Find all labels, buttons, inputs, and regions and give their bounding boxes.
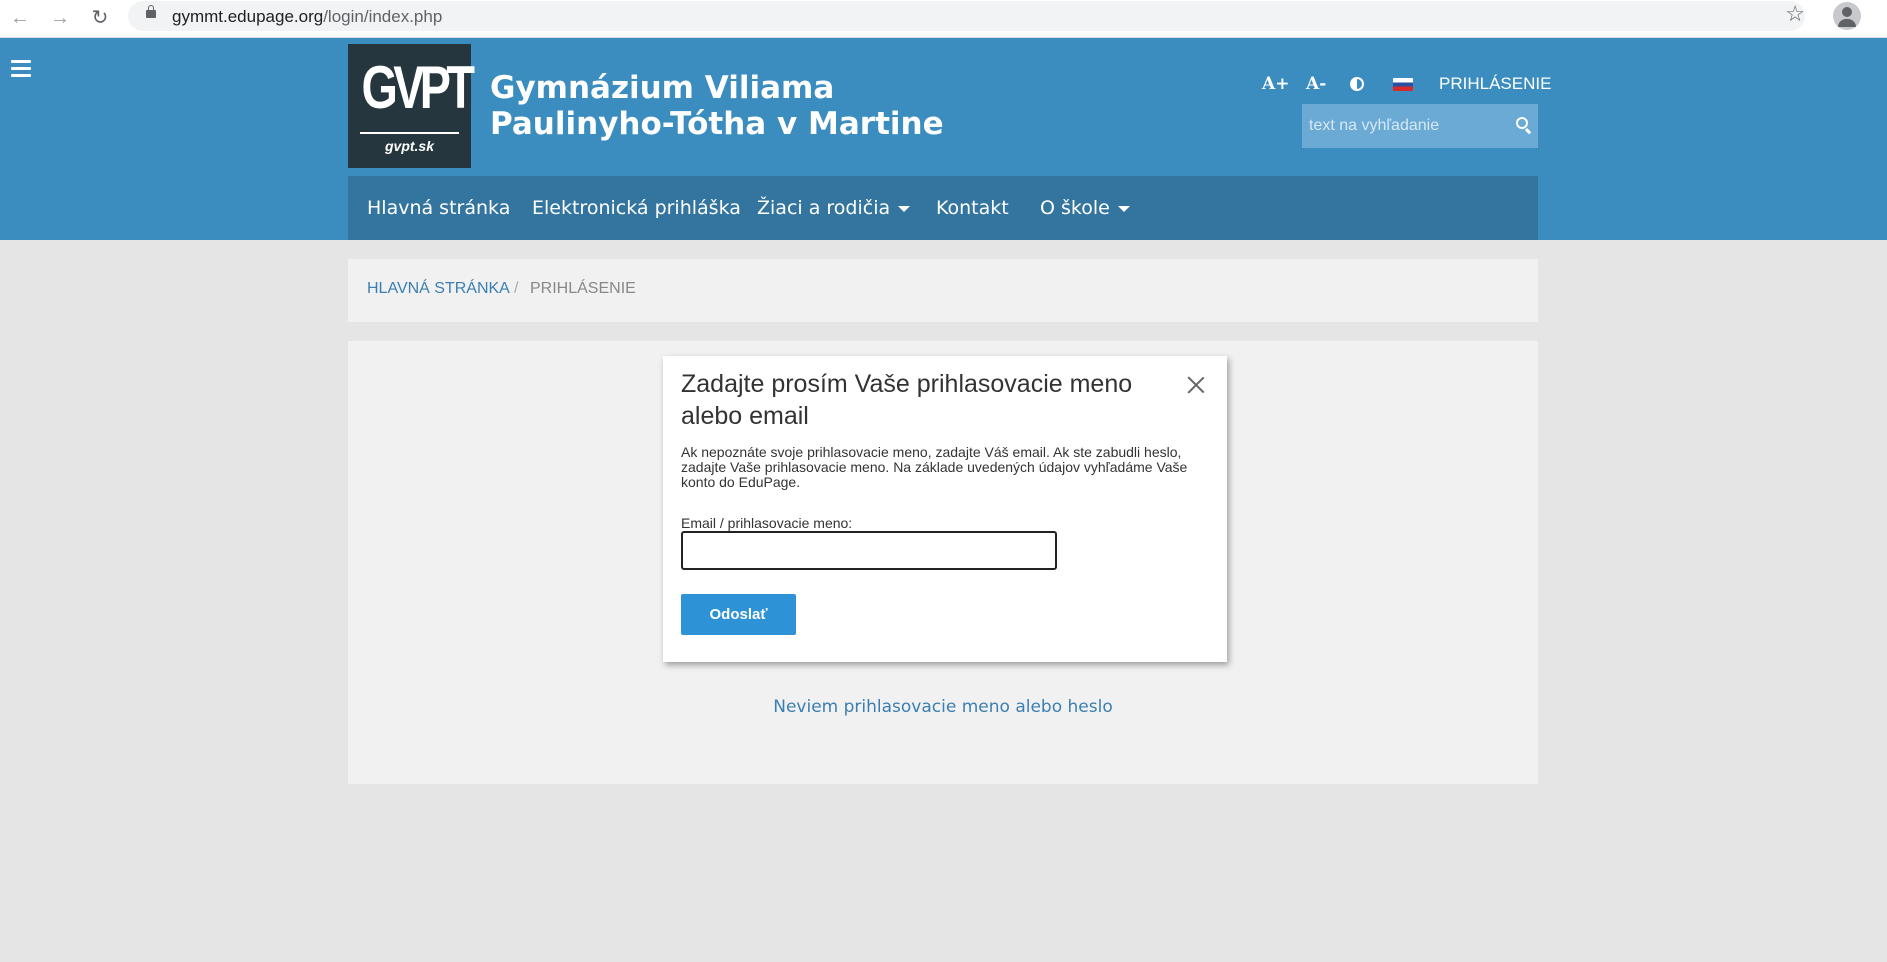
login-link[interactable]: PRIHLÁSENIE	[1439, 74, 1551, 94]
email-field[interactable]	[681, 531, 1057, 570]
nav-item-label: Hlavná stránka	[367, 197, 511, 219]
font-decrease-button[interactable]: A-	[1306, 74, 1326, 94]
breadcrumb-separator: /	[514, 280, 519, 297]
email-field-label: Email / prihlasovacie meno:	[681, 515, 853, 531]
nav-item-application[interactable]: Elektronická prihláška	[532, 176, 741, 240]
school-logo[interactable]: GVPT gvpt.sk	[348, 44, 475, 168]
logo-text: GVPT	[361, 54, 475, 121]
nav-item-home[interactable]: Hlavná stránka	[367, 176, 510, 240]
caret-down-icon	[1117, 205, 1130, 212]
lock-icon	[146, 5, 156, 18]
back-arrow-icon[interactable]: ←	[6, 4, 34, 32]
site-header: GVPT gvpt.sk Gymnázium Viliama Paulinyho…	[0, 38, 1887, 240]
nav-item-label: Kontakt	[936, 197, 1009, 219]
search-icon[interactable]	[1516, 117, 1528, 129]
content-panel: Zadajte prosím Vaše prihlasovacie meno a…	[348, 341, 1538, 784]
address-bar[interactable]: gymmt.edupage.org/login/index.php	[128, 1, 1805, 31]
search-input[interactable]	[1302, 104, 1502, 148]
nav-item-label: Elektronická prihláška	[532, 197, 741, 219]
dialog-title: Zadajte prosím Vaše prihlasovacie meno a…	[681, 370, 1133, 430]
reload-icon[interactable]: ↻	[86, 4, 114, 32]
browser-toolbar: ← → ↻ gymmt.edupage.org/login/index.php …	[0, 0, 1887, 38]
caret-down-icon	[898, 205, 911, 212]
dialog-description: Ak nepoznáte svoje prihlasovacie meno, z…	[681, 444, 1188, 490]
breadcrumb: HLAVNÁ STRÁNKA / PRIHLÁSENIE	[348, 259, 1538, 322]
nav-item-students-parents[interactable]: Žiaci a rodičia	[757, 176, 911, 240]
school-name-title[interactable]: Gymnázium Viliama Paulinyho-Tótha v Mart…	[490, 70, 990, 142]
nav-item-label: Žiaci a rodičia	[757, 197, 891, 219]
hamburger-menu-icon[interactable]	[11, 60, 31, 81]
contrast-icon[interactable]	[1350, 77, 1364, 91]
bookmark-star-icon[interactable]: ☆	[1785, 1, 1805, 27]
nav-item-contact[interactable]: Kontakt	[936, 176, 1009, 240]
logo-divider	[360, 132, 459, 134]
browser-menu-icon[interactable]: ⋮	[1881, 0, 1887, 20]
submit-button[interactable]: Odoslať	[681, 594, 796, 635]
profile-avatar-icon[interactable]	[1833, 2, 1861, 30]
slovak-flag-icon[interactable]	[1393, 78, 1413, 91]
nav-item-about-school[interactable]: O škole	[1040, 176, 1130, 240]
url-text[interactable]: gymmt.edupage.org/login/index.php	[172, 7, 442, 27]
breadcrumb-home-link[interactable]: HLAVNÁ STRÁNKA	[367, 280, 510, 298]
close-icon[interactable]	[1187, 376, 1205, 394]
breadcrumb-current: PRIHLÁSENIE	[530, 280, 636, 297]
forward-arrow-icon[interactable]: →	[46, 4, 74, 32]
login-dialog: Zadajte prosím Vaše prihlasovacie meno a…	[663, 356, 1227, 662]
logo-subtext: gvpt.sk	[384, 138, 434, 154]
search-box	[1302, 104, 1538, 148]
font-increase-button[interactable]: A+	[1262, 74, 1289, 94]
url-path: /login/index.php	[323, 7, 443, 26]
nav-item-label: O škole	[1040, 197, 1110, 219]
main-navigation: Hlavná stránka Elektronická prihláška Ži…	[348, 176, 1538, 240]
forgot-credentials-link[interactable]: Neviem prihlasovacie meno alebo heslo	[348, 697, 1538, 717]
url-host: gymmt.edupage.org	[172, 7, 324, 26]
